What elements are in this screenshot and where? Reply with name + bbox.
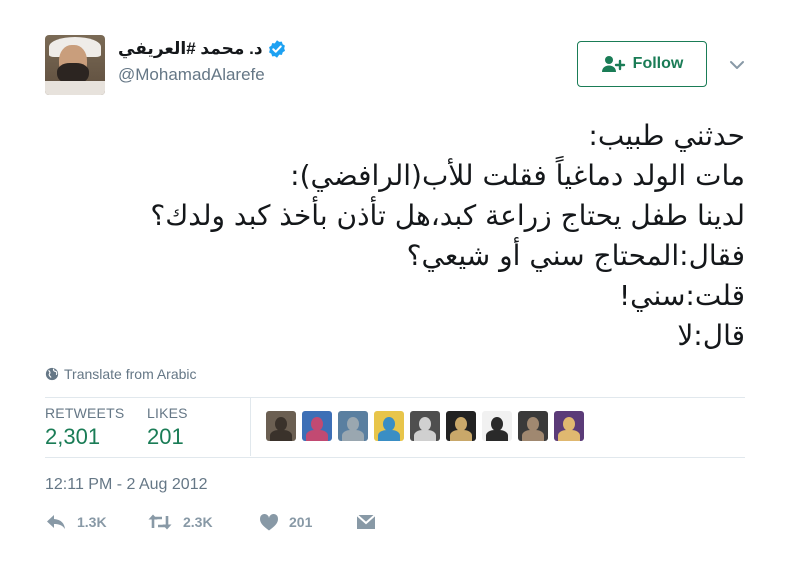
retweet-icon [148,514,172,530]
display-name[interactable]: د. محمد #العريفي [118,39,263,59]
liker-avatar[interactable] [410,411,440,441]
like-count: 201 [289,514,313,530]
translate-label: Translate from Arabic [64,366,197,382]
liker-avatar[interactable] [518,411,548,441]
tweet-line: فقال:المحتاج سني أو شيعي؟ [406,239,745,272]
tweet-line: قال:لا [677,319,745,352]
stats-top-divider [45,397,745,398]
translate-link[interactable]: Translate from Arabic [45,366,197,382]
liker-avatar[interactable] [338,411,368,441]
likes-label: LIKES [147,405,188,421]
follow-button-label: Follow [632,55,684,72]
user-handle[interactable]: @MohamadAlarefe [118,65,265,85]
follow-button[interactable]: Follow [577,41,707,87]
add-user-icon [601,56,625,72]
tweet-line: حدثني طبيب: [588,119,745,152]
liker-avatar[interactable] [374,411,404,441]
tweet-timestamp[interactable]: 12:11 PM - 2 Aug 2012 [45,476,207,494]
avatar[interactable] [45,35,105,95]
retweet-count: 2.3K [183,514,213,530]
reply-action[interactable]: 1.3K [45,513,147,531]
stats-bottom-divider [45,457,745,458]
heart-icon [259,513,279,531]
tweet-text: حدثني طبيب: مات الولد دماغياً فقلت للأب(… [45,116,745,356]
tweet-line: مات الولد دماغياً فقلت للأب(الرافضي): [290,159,745,192]
like-action[interactable]: 201 [259,513,355,531]
liker-avatar[interactable] [302,411,332,441]
liker-avatar[interactable] [554,411,584,441]
direct-message-action[interactable] [355,513,377,531]
stats-separator [250,398,251,456]
reply-icon [47,515,65,529]
envelope-icon [356,514,376,529]
likes-stat[interactable]: LIKES 201 [147,405,188,450]
retweets-stat[interactable]: RETWEETS 2,301 [45,405,124,450]
liker-avatar[interactable] [446,411,476,441]
globe-icon [45,367,59,381]
retweets-label: RETWEETS [45,405,125,421]
verified-badge-icon [267,39,287,59]
retweets-count: 2,301 [45,424,101,449]
retweet-action[interactable]: 2.3K [147,513,259,531]
chevron-down-icon[interactable] [727,55,747,75]
liker-avatar[interactable] [266,411,296,441]
tweet-line: لدينا طفل يحتاج زراعة كبد،هل تأذن بأخذ ك… [150,199,745,232]
reply-count: 1.3K [77,514,107,530]
likes-count: 201 [147,424,184,449]
tweet-line: قلت:سني! [618,279,745,312]
user-name-row[interactable]: د. محمد #العريفي [118,37,287,61]
liker-avatar[interactable] [482,411,512,441]
tweet-actions: 1.3K 2.3K 201 [45,513,377,531]
liker-avatars [266,411,590,441]
